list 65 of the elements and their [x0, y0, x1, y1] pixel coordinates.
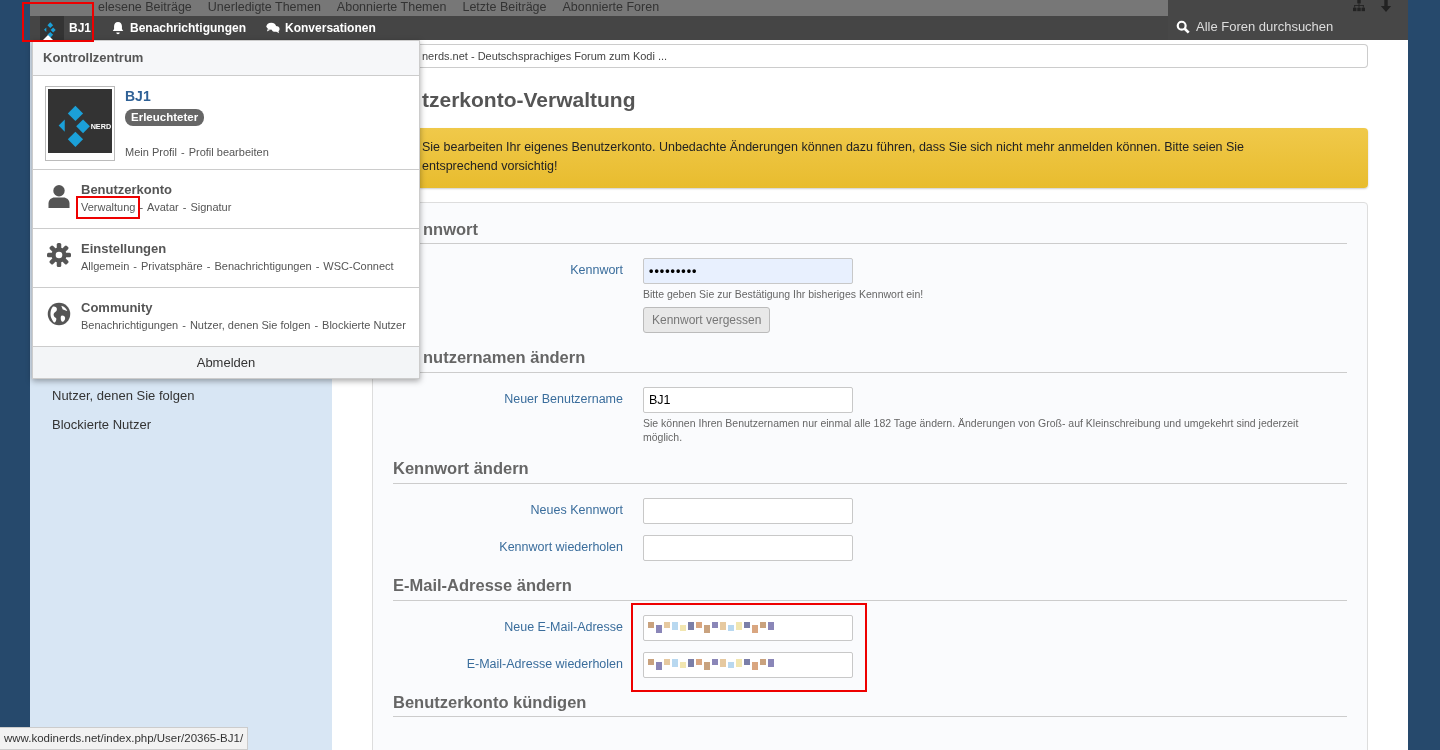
arrow-down-icon[interactable]: [1380, 0, 1392, 12]
avatar-icon: [40, 16, 64, 40]
comments-icon: [266, 21, 281, 35]
link-separator: -: [206, 259, 211, 274]
input-field[interactable]: [643, 534, 853, 561]
menu-link[interactable]: Privatsphäre: [141, 258, 203, 275]
link-separator: -: [133, 259, 137, 274]
sidebar-link[interactable]: Nutzer, denen Sie folgen: [52, 386, 332, 406]
section-heading: Kennwort ändern: [393, 456, 1347, 484]
dropdown-pointer: [42, 35, 54, 41]
gear-icon: [47, 242, 71, 267]
input-field[interactable]: [643, 614, 853, 641]
menu-link[interactable]: WSC-Connect: [323, 258, 394, 275]
menu-link[interactable]: Verwaltung: [81, 201, 136, 213]
sitemap-icon[interactable]: [1352, 0, 1366, 12]
menu-link[interactable]: Profil bearbeiten: [188, 144, 269, 161]
conversations-button[interactable]: Konversationen: [264, 19, 378, 37]
input-field[interactable]: BJ1: [643, 387, 853, 413]
section-heading: E-Mail-Adresse ändern: [393, 572, 1347, 601]
menu-link[interactable]: Allgemein: [81, 258, 130, 275]
input-field[interactable]: [643, 651, 853, 678]
menu-link[interactable]: Signatur: [190, 199, 232, 216]
status-url: www.kodinerds.net/index.php/User/20365-BJ1/: [0, 726, 249, 750]
logout-link[interactable]: Abmelden: [196, 354, 256, 370]
user-icon: [47, 183, 71, 208]
user-name-link[interactable]: BJ1: [125, 85, 269, 107]
section-title: Einstellungen: [81, 239, 168, 258]
field-label: Neuer Benutzername: [503, 391, 623, 408]
forgot-password-button[interactable]: Kennwort vergessen: [643, 307, 771, 334]
bell-icon: [111, 21, 125, 35]
help-link[interactable]: bisheriges: [808, 288, 857, 301]
menu-link[interactable]: Nutzer, denen Sie folgen: [189, 317, 311, 334]
link-separator: -: [182, 200, 187, 215]
field-label: E-Mail-Adresse wiederholen: [465, 655, 623, 673]
search-icon: [1176, 20, 1190, 34]
field-label: Neue E-Mail-Adresse: [503, 618, 623, 636]
notifications-button[interactable]: Benachrichtigungen: [109, 19, 249, 37]
warning-message: Sie bearbeiten Ihr eigenes Benutzerkonto. Unbedachte Änderungen können dazu führen, dass Sie sich nicht mehr anmelden können. Bitte seien Sie entsprechend vorsichtig!: [420, 127, 1368, 188]
help-text: Sie können Ihren Benutzernamen nur einmal alle 182 Tage ändern. Änderungen von Groß- auf Kleinschreibung und umgekehrt sind jederzeit möglich.: [643, 416, 1300, 444]
link-separator: -: [315, 259, 320, 274]
field-label: Neues Kennwort: [529, 501, 623, 519]
menu-link[interactable]: Benachrichtigungen: [81, 317, 179, 334]
help-text: Bitte geben Sie zur Bestätigung Ihr bisheriges Kennwort ein!: [643, 287, 925, 302]
menu-link[interactable]: Benachrichtigungen: [214, 258, 312, 275]
section-heading: Benutzerkonto kündigen: [393, 689, 1347, 718]
section-title: Community: [81, 298, 154, 317]
sidebar-link[interactable]: Blockierte Nutzer: [52, 414, 332, 434]
input-field[interactable]: •••••••••: [643, 258, 853, 285]
link-separator: -: [180, 145, 185, 160]
input-field[interactable]: [643, 497, 853, 524]
link-separator: -: [139, 200, 144, 215]
link-separator: -: [314, 318, 319, 333]
breadcrumb-link[interactable]: nerds.net - Deutschsprachiges Forum zum Kodi ...: [420, 44, 1368, 68]
user-menu-button[interactable]: BJ1: [38, 16, 93, 40]
menu-link[interactable]: Avatar: [147, 199, 179, 216]
menu-link[interactable]: Blockierte Nutzer: [322, 317, 406, 334]
globe-icon: [47, 301, 71, 326]
rank-label: Erleuchteter: [125, 108, 205, 126]
field-label: Kennwort wiederholen: [498, 538, 623, 556]
field-label: Kennwort: [569, 262, 623, 280]
page-title: tzerkonto-Verwaltung: [422, 87, 637, 113]
menu-link[interactable]: Mein Profil: [125, 144, 177, 161]
menu-title: Kontrollzentrum: [33, 41, 419, 76]
section-title: Benutzerkonto: [81, 180, 173, 199]
link-separator: -: [182, 318, 186, 333]
